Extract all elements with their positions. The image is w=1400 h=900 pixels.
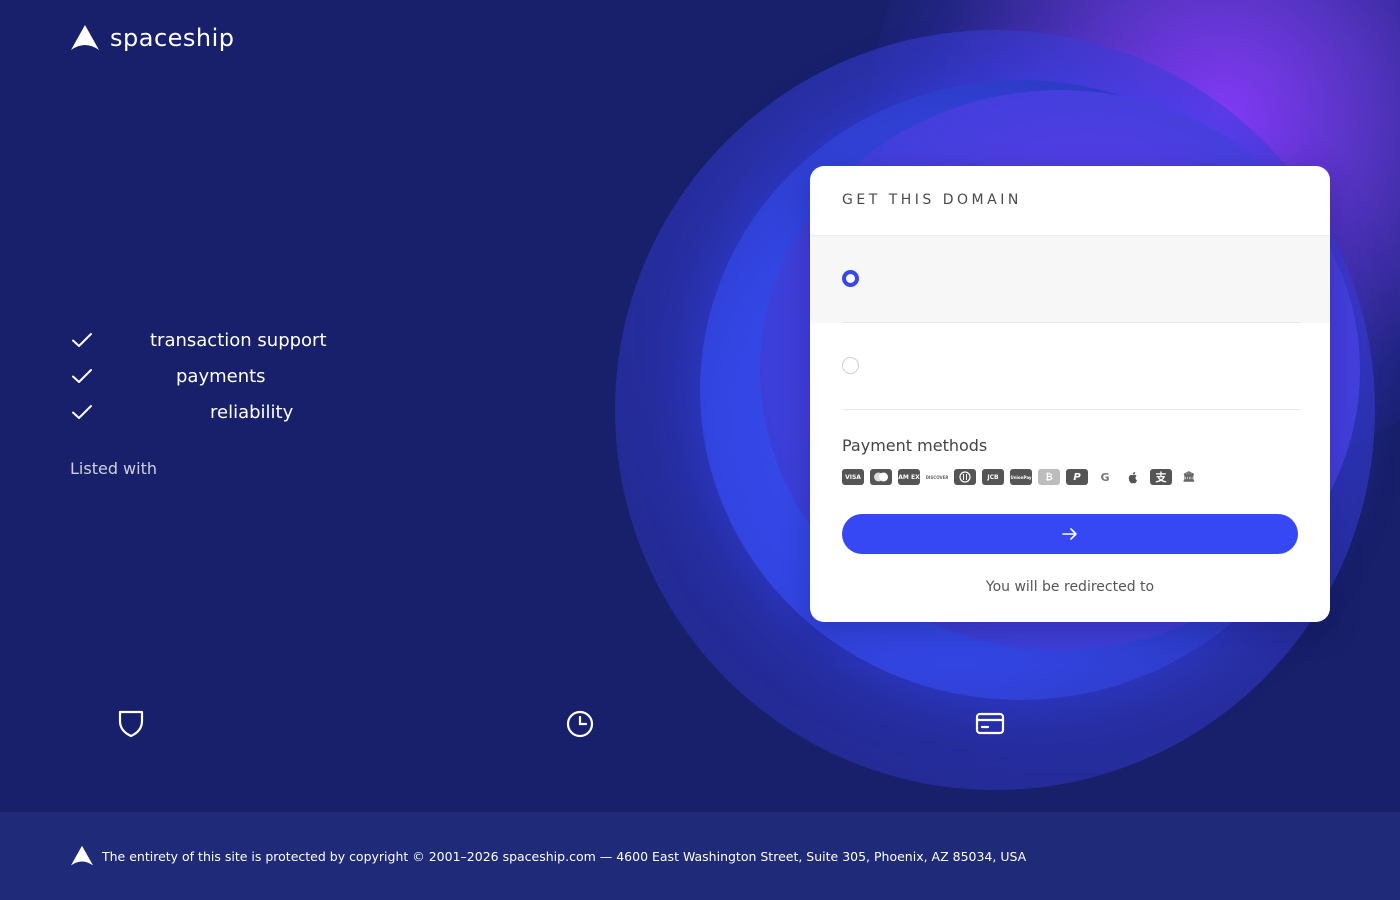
feature-text: reliability xyxy=(210,401,294,423)
arrow-right-icon xyxy=(1062,528,1077,540)
feature-item: payments xyxy=(70,358,327,394)
check-icon xyxy=(72,369,92,383)
purchase-option[interactable] xyxy=(810,323,1330,410)
option-divider xyxy=(842,409,1300,410)
feature-item: transaction support xyxy=(70,322,327,358)
feature-list: transaction support payments reliability xyxy=(70,322,327,430)
feature-text: transaction support xyxy=(150,329,327,351)
listed-with-label: Listed with xyxy=(70,459,157,478)
jcb-icon: JCB xyxy=(982,469,1004,485)
feature-text: payments xyxy=(176,365,266,387)
payment-methods-label: Payment methods xyxy=(842,436,988,455)
paypal-icon: P xyxy=(1066,469,1088,485)
footer-copyright: The entirety of this site is protected b… xyxy=(102,848,1027,864)
credit-card-icon xyxy=(975,712,1005,735)
apple-pay-icon xyxy=(1122,469,1144,485)
diners-icon xyxy=(954,469,976,485)
brand-logo[interactable]: spaceship xyxy=(70,24,235,52)
clock-icon xyxy=(566,710,594,738)
alipay-icon: 支 xyxy=(1150,469,1172,485)
mastercard-icon xyxy=(870,469,892,485)
get-domain-card: GET THIS DOMAIN Payment methods VISA AM … xyxy=(810,166,1330,622)
shield-icon xyxy=(118,710,144,738)
feature-item: reliability xyxy=(70,394,327,430)
check-icon xyxy=(72,405,92,419)
continue-button[interactable] xyxy=(842,514,1298,554)
spaceship-logo-icon xyxy=(71,25,99,50)
payment-methods-list: VISA AM EX DISCOVER JCB UnionPay ₿ P G 支… xyxy=(842,469,1200,485)
check-icon xyxy=(72,333,92,347)
amex-icon: AM EX xyxy=(898,469,920,485)
brand-name: spaceship xyxy=(110,24,235,52)
card-header: GET THIS DOMAIN xyxy=(810,166,1330,236)
visa-icon: VISA xyxy=(842,469,864,485)
spaceship-logo-icon xyxy=(71,845,93,866)
purchase-option[interactable] xyxy=(810,236,1330,323)
bank-transfer-icon: 🏛 xyxy=(1182,471,1196,483)
card-title: GET THIS DOMAIN xyxy=(842,192,1022,208)
unionpay-icon: UnionPay xyxy=(1010,469,1032,485)
option-radio[interactable] xyxy=(842,357,859,374)
google-pay-icon: G xyxy=(1100,470,1110,484)
redirect-notice: You will be redirected to xyxy=(985,579,1155,595)
footer: The entirety of this site is protected b… xyxy=(0,812,1400,900)
bitcoin-icon: ₿ xyxy=(1038,469,1060,485)
discover-icon: DISCOVER xyxy=(926,474,948,480)
option-radio-selected[interactable] xyxy=(842,270,859,287)
